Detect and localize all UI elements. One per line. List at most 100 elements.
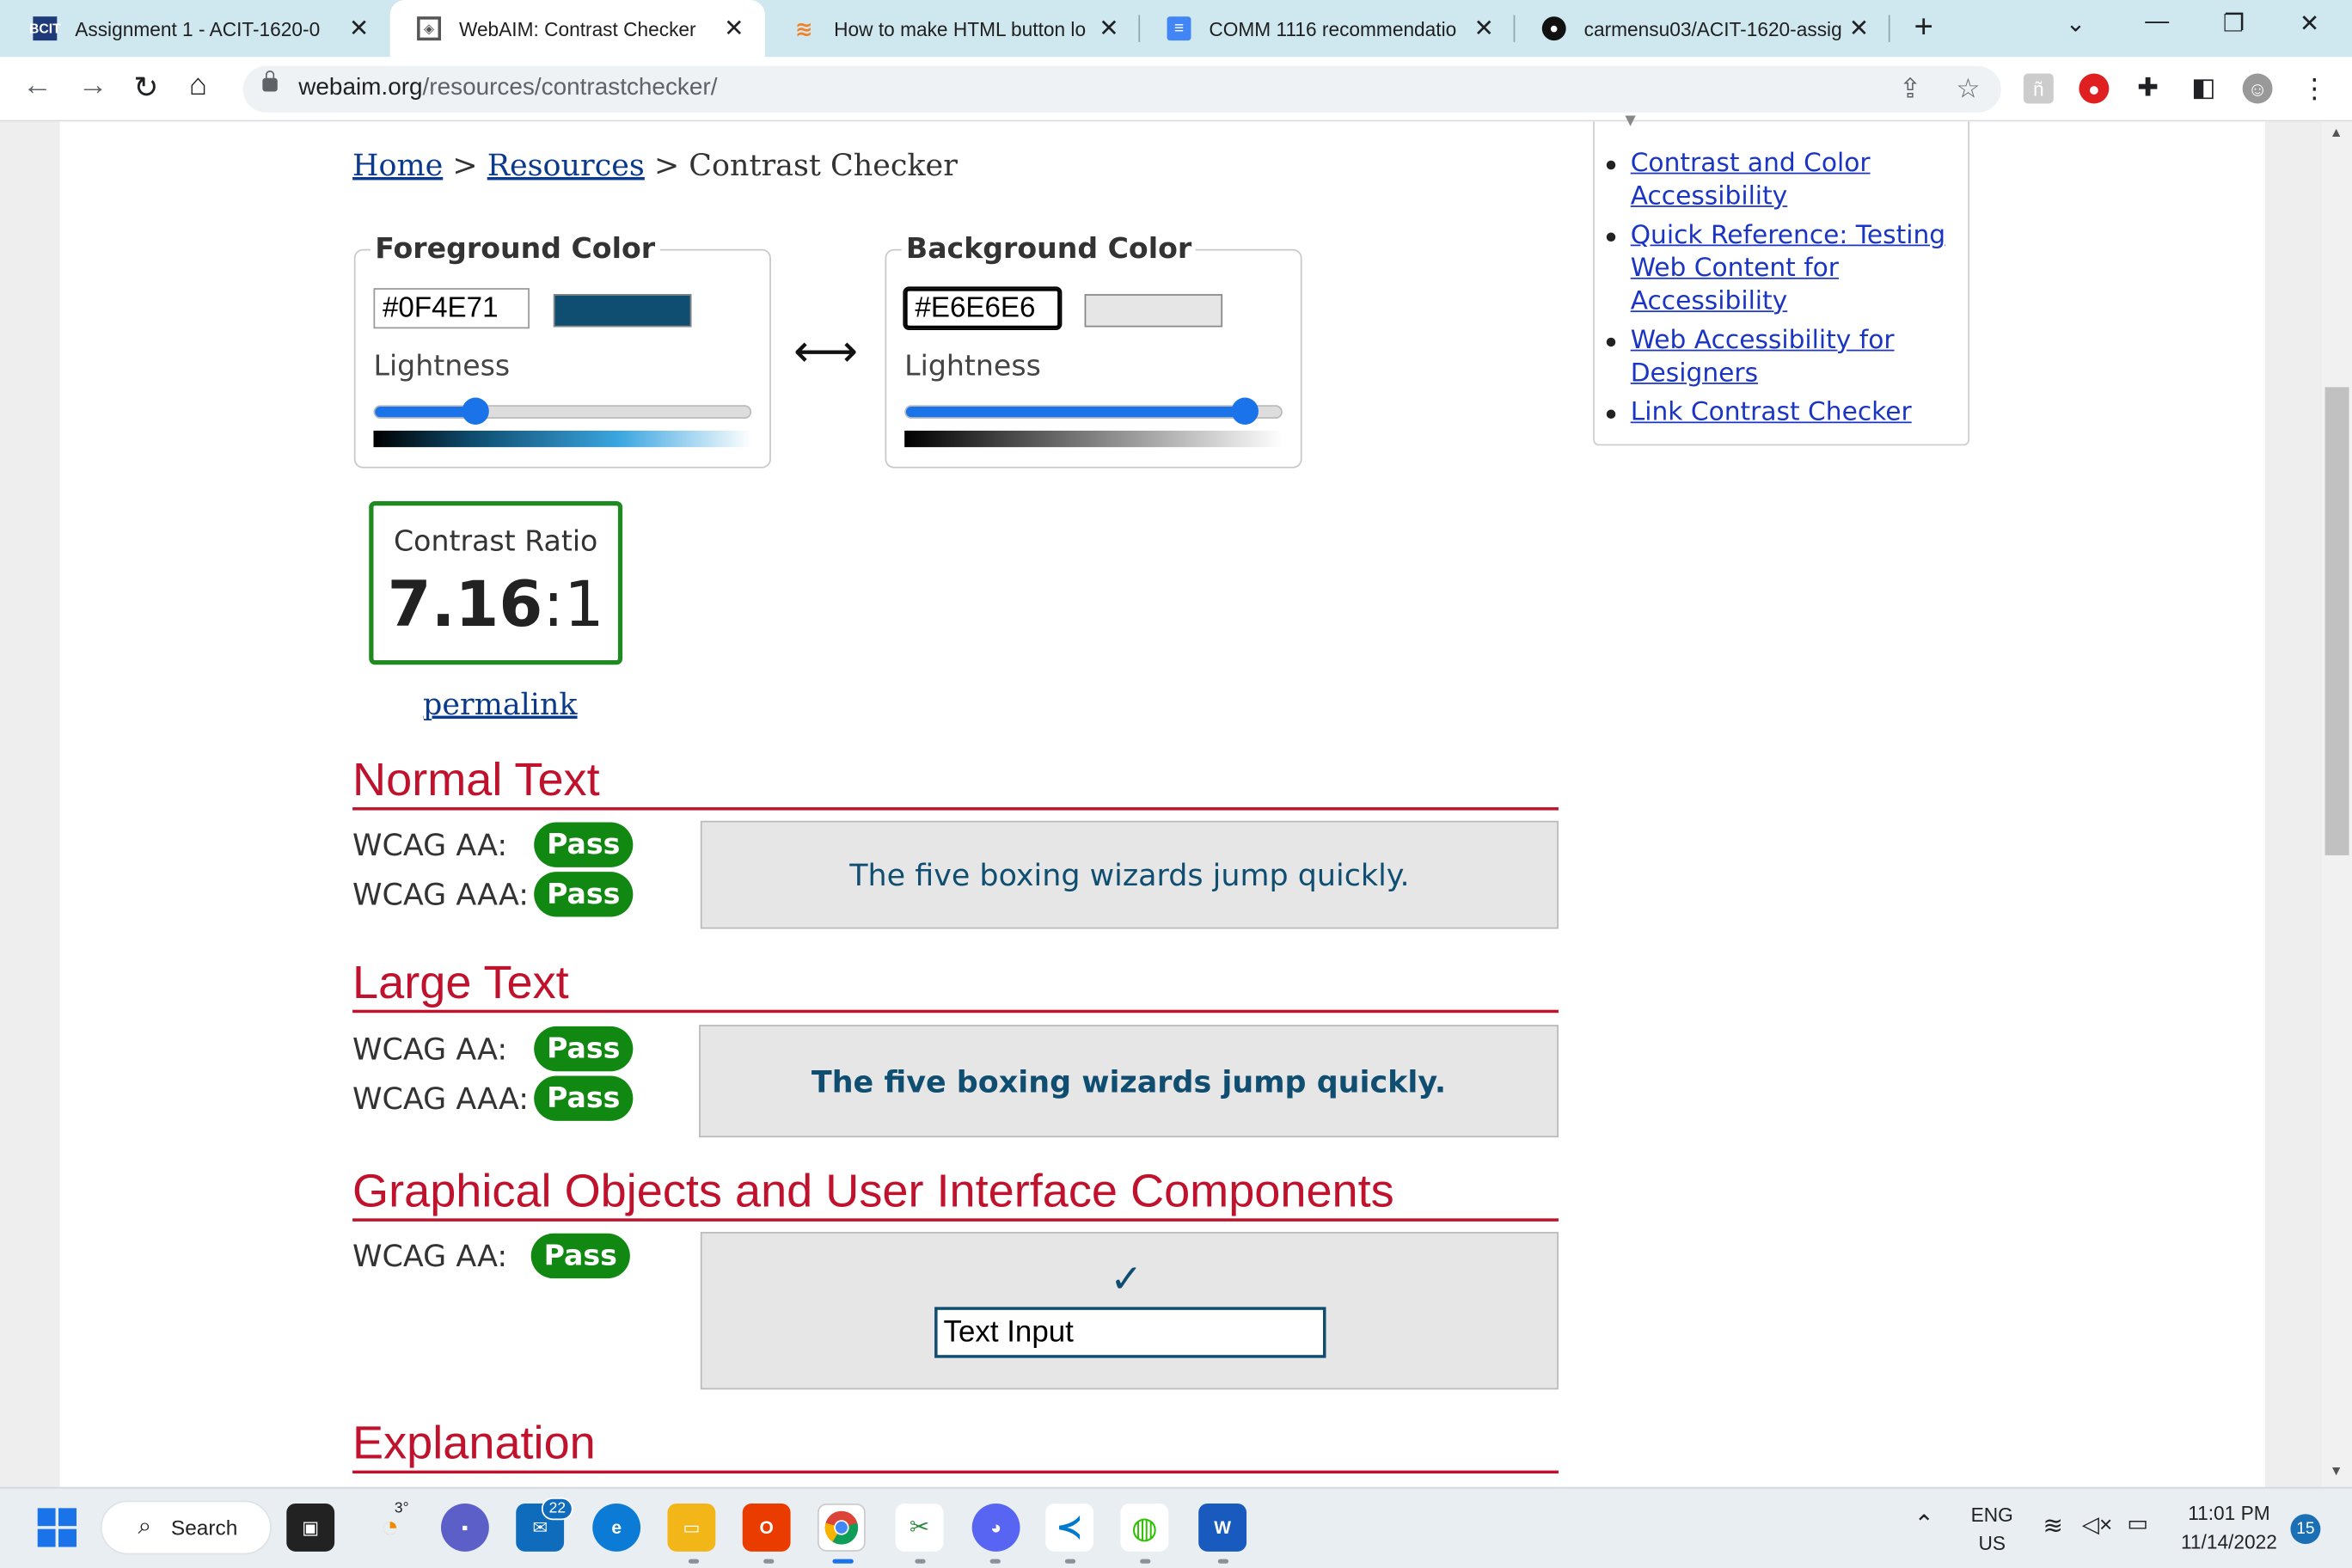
battery-icon[interactable]: ▭ [2127,1510,2148,1537]
back-icon[interactable]: ← [22,69,52,103]
vscode-icon[interactable]: ≺ [1045,1503,1094,1552]
background-color-panel: Background Color #E6E6E6 Lightness [885,232,1302,469]
office-icon[interactable]: O [742,1503,791,1552]
mail-badge: 22 [541,1498,573,1521]
background-hex-input[interactable]: #E6E6E6 [903,286,1063,331]
foreground-legend: Foreground Color [370,232,660,266]
contrast-ratio-value: 7.16:1 [387,567,604,641]
adblock-icon[interactable]: ● [2079,73,2110,104]
minimize-icon[interactable]: — [2145,9,2169,35]
normal-aaa-label: WCAG AAA: [352,876,530,913]
close-window-icon[interactable]: ✕ [2300,9,2319,39]
wechat-icon[interactable]: ◍ [1120,1503,1169,1552]
volume-muted-icon[interactable]: ◁× [2082,1511,2112,1538]
breadcrumb-resources-link[interactable]: Resources [487,147,645,183]
foreground-hex-input[interactable]: #0F4E71 [373,288,530,329]
tab-separator [1513,15,1516,42]
side-panel-icon[interactable]: ◧ [2189,74,2219,104]
close-icon[interactable]: ✕ [724,14,744,44]
graphical-aa-label: WCAG AA: [352,1238,508,1274]
breadcrumb-separator: > [653,147,680,183]
background-lightness-label: Lightness [904,349,1041,383]
extensions-puzzle-icon[interactable]: ✚ [2133,74,2163,104]
scrollbar-thumb[interactable] [2324,387,2349,855]
menu-kebab-icon[interactable]: ⋮ [2300,73,2330,104]
home-icon[interactable]: ⌂ [189,69,207,103]
large-text-heading: Large Text [352,956,1559,1014]
permalink-link[interactable]: permalink [423,686,578,722]
notification-badge[interactable]: 15 [2290,1514,2321,1545]
swap-colors-icon[interactable]: ⟷ [793,326,858,378]
related-resources-sidebar: ▼ Contrast and Color Accessibility Quick… [1593,109,1970,446]
clock[interactable]: 11:01 PM 11/14/2022 [2172,1502,2287,1553]
edge-icon[interactable]: e [592,1503,641,1552]
normal-text-sample: The five boxing wizards jump quickly. [700,820,1559,929]
background-lightness-thumb[interactable] [1231,397,1259,425]
language-indicator[interactable]: ENG US [1968,1504,2016,1554]
slider-fill [375,407,477,418]
wifi-icon[interactable]: ≋ [2043,1511,2063,1541]
page-gutter-right [2264,121,2323,1487]
taskbar-search-box[interactable]: ⌕ Search [100,1500,272,1555]
foreground-color-picker[interactable] [553,294,692,328]
tab-title: Assignment 1 - ACIT-1620-0 [75,17,321,40]
profile-avatar-icon[interactable]: ☺ [2242,73,2273,104]
sample-text-input[interactable]: Text Input [934,1307,1326,1358]
background-lightness-gradient [904,430,1283,448]
tab-stackoverflow[interactable]: ≋ How to make HTML button lo ✕ [765,0,1140,57]
snipping-tool-icon[interactable]: ✂ [895,1503,944,1552]
stackoverflow-icon: ≋ [795,15,813,40]
active-indicator [832,1559,854,1564]
webaim-icon: ◈ [417,16,442,41]
new-tab-button[interactable]: + [1914,8,1932,46]
teams-chat-icon[interactable]: ▪ [441,1503,489,1552]
extension-icon[interactable]: ñ [2023,73,2054,104]
close-icon[interactable]: ✕ [1474,14,1494,44]
reload-icon[interactable]: ↻ [133,69,158,107]
explanation-heading: Explanation [352,1417,1559,1474]
breadcrumb-current: Contrast Checker [689,147,958,183]
contrast-ratio-box: Contrast Ratio 7.16:1 [369,500,623,665]
running-indicator [1064,1559,1076,1564]
discord-icon[interactable]: ◕ [971,1503,1020,1552]
sidebar-link-quick-reference[interactable]: Quick Reference: Testing Web Content for… [1631,221,1945,317]
foreground-lightness-thumb[interactable] [462,397,489,425]
tab-assignment[interactable]: BCIT Assignment 1 - ACIT-1620-0 ✕ [6,0,390,57]
task-view-icon[interactable]: ▣ [286,1503,335,1552]
address-bar[interactable]: webaim.org/resources/contrastchecker/ ⇪ … [242,65,2001,113]
share-icon[interactable]: ⇪ [1899,74,1921,106]
tab-search-icon[interactable]: ⌄ [2066,9,2086,39]
word-icon[interactable]: W [1198,1503,1247,1552]
tab-strip: BCIT Assignment 1 - ACIT-1620-0 ✕ ◈ WebA… [0,0,2352,58]
sidebar-link-link-contrast[interactable]: Link Contrast Checker [1631,398,1912,428]
bookmark-star-icon[interactable]: ☆ [1956,74,1980,106]
weather-temperature: 3° [394,1500,409,1517]
tab-webaim[interactable]: ◈ WebAIM: Contrast Checker ✕ [389,0,765,58]
list-item: Contrast and Color Accessibility [1595,147,1963,213]
foreground-lightness-slider[interactable] [373,405,752,419]
breadcrumb-home-link[interactable]: Home [352,147,443,183]
tab-title: COMM 1116 recommendatio [1209,17,1457,40]
close-icon[interactable]: ✕ [1099,14,1118,44]
start-windows-icon[interactable] [33,1504,81,1552]
file-explorer-icon[interactable]: ▭ [667,1503,716,1552]
tab-comm1116[interactable]: ≡ COMM 1116 recommendatio ✕ [1140,0,1515,57]
slider-fill [905,407,1244,418]
tab-github[interactable]: ● carmensu03/ACIT-1620-assig ✕ [1515,0,1890,57]
breadcrumb: Home > Resources > Contrast Checker [352,147,958,183]
scroll-down-icon[interactable]: ▼ [2330,1463,2343,1478]
chrome-icon[interactable] [817,1503,866,1552]
forward-icon[interactable]: → [78,69,108,103]
close-icon[interactable]: ✕ [349,14,369,44]
sidebar-link-contrast-and-color[interactable]: Contrast and Color Accessibility [1631,149,1871,211]
close-icon[interactable]: ✕ [1849,14,1869,44]
restore-icon[interactable]: ❐ [2223,9,2245,39]
background-lightness-slider[interactable] [904,405,1283,419]
tab-separator [1138,15,1141,42]
background-color-picker[interactable] [1084,294,1223,328]
show-hidden-icons-chevron-icon[interactable]: ⌃ [1914,1510,1933,1540]
sidebar-link-designers[interactable]: Web Accessibility for Designers [1631,326,1895,389]
list-item: Quick Reference: Testing Web Content for… [1595,219,1963,318]
list-item: Link Contrast Checker [1595,396,1963,429]
scroll-up-icon[interactable]: ▲ [2330,125,2343,139]
